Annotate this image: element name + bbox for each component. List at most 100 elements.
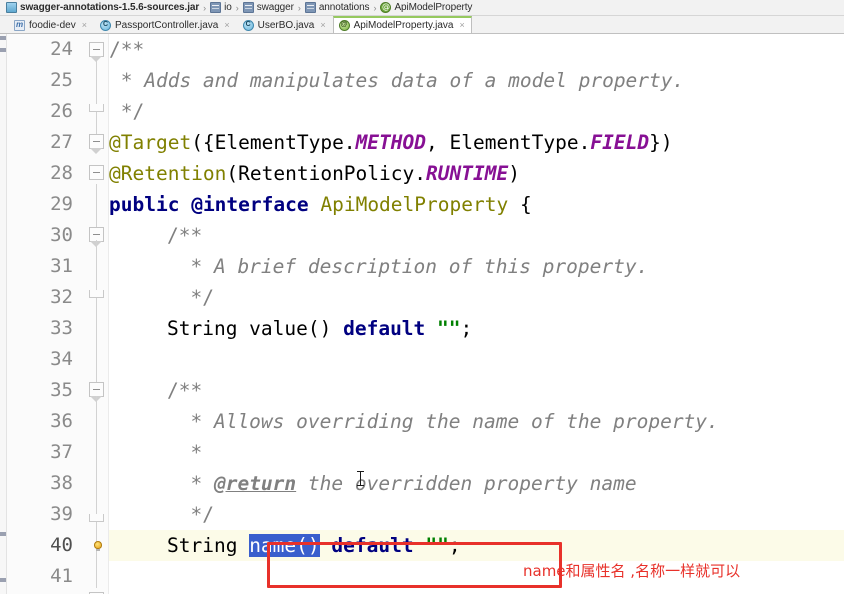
code-token-keyword: @interface (191, 193, 309, 216)
java-class-icon (99, 19, 111, 31)
line-number: 35 (50, 379, 73, 401)
fold-end-marker[interactable] (89, 514, 104, 522)
folder-icon (210, 2, 222, 13)
code-token: */ (167, 503, 214, 526)
folder-icon (242, 2, 254, 13)
line-number: 27 (50, 131, 73, 153)
fold-marker-javadoc-35[interactable] (89, 382, 104, 397)
module-icon (14, 19, 25, 31)
code-token-string: "" (437, 317, 461, 340)
bulb-glass (94, 541, 102, 549)
line-number: 30 (50, 224, 73, 246)
tab-foodie-dev[interactable]: foodie-dev × (8, 16, 94, 33)
fold-end-marker[interactable] (89, 290, 104, 298)
breadcrumb-item-jar[interactable]: swagger-annotations-1.5.6-sources.jar (3, 0, 202, 15)
marker-strip[interactable] (0, 34, 7, 594)
tab-label: UserBO.java (257, 19, 315, 31)
code-line-32: */ (109, 282, 214, 313)
jar-icon (6, 2, 17, 13)
line-number: 36 (50, 410, 73, 432)
code-token-annotation: @Retention (109, 162, 227, 185)
code-line-36: * Allows overriding the name of the prop… (109, 406, 719, 437)
fold-arrow-icon (90, 56, 102, 62)
fold-marker-javadoc-24[interactable] (89, 42, 104, 57)
annotation-rectangle (267, 542, 562, 588)
fold-region-line (96, 522, 97, 588)
code-token-keyword: default (343, 317, 426, 340)
fold-marker-retention-28[interactable] (89, 165, 104, 180)
tab-passportcontroller[interactable]: PassportController.java × (94, 16, 237, 33)
editor-tab-bar: foodie-dev × PassportController.java × U… (0, 16, 844, 34)
breadcrumb-item-annotations[interactable]: annotations (302, 0, 373, 15)
code-line-31: * A brief description of this property. (109, 251, 648, 282)
breadcrumb: swagger-annotations-1.5.6-sources.jar › … (0, 0, 844, 16)
marker-tick[interactable] (0, 578, 6, 582)
breadcrumb-label: annotations (318, 2, 370, 13)
line-number: 25 (50, 69, 73, 91)
code-token-constant: RUNTIME (426, 162, 509, 185)
fold-marker-target-27[interactable] (89, 134, 104, 149)
line-number: 38 (50, 472, 73, 494)
code-token: the overridden property name (296, 472, 637, 495)
fold-region-line (96, 396, 97, 514)
code-line-27: @Target({ElementType.METHOD, ElementType… (109, 127, 673, 158)
code-line-25: * Adds and manipulates data of a model p… (109, 65, 685, 96)
fold-region-line (96, 298, 97, 384)
code-token: ) (508, 162, 520, 185)
code-text-area[interactable]: /** * Adds and manipulates data of a mod… (109, 34, 844, 594)
breadcrumb-label: ApiModelProperty (394, 2, 473, 13)
marker-tick[interactable] (0, 532, 6, 536)
code-token: (RetentionPolicy. (226, 162, 426, 185)
code-token: String value() (167, 317, 344, 340)
code-token: */ (167, 286, 214, 309)
intention-bulb-icon[interactable] (93, 541, 103, 551)
bulb-base (96, 549, 100, 551)
breadcrumb-item-io[interactable]: io (207, 0, 235, 15)
breadcrumb-item-swagger[interactable]: swagger (240, 0, 297, 15)
code-line-28: @Retention(RetentionPolicy.RUNTIME) (109, 158, 520, 189)
folder-icon (304, 2, 316, 13)
code-editor[interactable]: 24 25 26 27 28 29 30 31 32 33 34 35 36 3… (0, 34, 844, 594)
fold-arrow-icon (90, 148, 102, 154)
code-token: String (167, 534, 250, 557)
code-line-30: /** (109, 220, 202, 251)
code-token: * (167, 472, 214, 495)
breadcrumb-item-apimodelproperty[interactable]: ApiModelProperty (377, 0, 475, 15)
line-number: 39 (50, 503, 73, 525)
code-token: * Adds and manipulates data of a model p… (109, 69, 685, 92)
code-token: { (519, 193, 532, 216)
annotation-note: name和属性名 ,名称一样就可以 (523, 562, 741, 580)
code-line-26: */ (109, 96, 145, 127)
ide-window: swagger-annotations-1.5.6-sources.jar › … (0, 0, 844, 594)
code-line-24: /** (109, 34, 144, 65)
code-token: * (167, 441, 203, 464)
code-token: }) (649, 131, 673, 154)
line-number: 24 (50, 38, 73, 60)
tab-apimodelproperty[interactable]: ApiModelProperty.java × (332, 16, 472, 33)
fold-end-marker[interactable] (89, 104, 104, 112)
tab-userbo[interactable]: UserBO.java × (237, 16, 333, 33)
code-token-annotation: @Target (109, 131, 192, 154)
code-token: * Allows overriding the name of the prop… (167, 410, 719, 433)
code-token-constant: METHOD (355, 131, 427, 154)
line-number: 29 (50, 193, 73, 215)
close-icon[interactable]: × (82, 20, 87, 30)
line-number: 32 (50, 286, 73, 308)
line-number: 26 (50, 100, 73, 122)
close-icon[interactable]: × (320, 20, 325, 30)
breadcrumb-label: swagger-annotations-1.5.6-sources.jar (20, 2, 200, 13)
code-line-29: public @interface ApiModelProperty { (109, 189, 532, 220)
marker-tick[interactable] (0, 36, 6, 40)
code-token: /** (109, 38, 145, 61)
code-token-keyword: public (109, 193, 180, 216)
line-number: 41 (50, 565, 73, 587)
marker-tick[interactable] (0, 48, 6, 52)
code-token: * A brief description of this property. (167, 255, 649, 278)
close-icon[interactable]: × (224, 20, 229, 30)
close-icon[interactable]: × (459, 21, 464, 30)
code-token: ({ElementType. (191, 131, 356, 154)
java-class-icon (242, 19, 254, 31)
line-number: 28 (50, 162, 73, 184)
code-folding-gutter[interactable] (85, 34, 109, 594)
code-token-javadoc-tag: @return (213, 472, 297, 495)
